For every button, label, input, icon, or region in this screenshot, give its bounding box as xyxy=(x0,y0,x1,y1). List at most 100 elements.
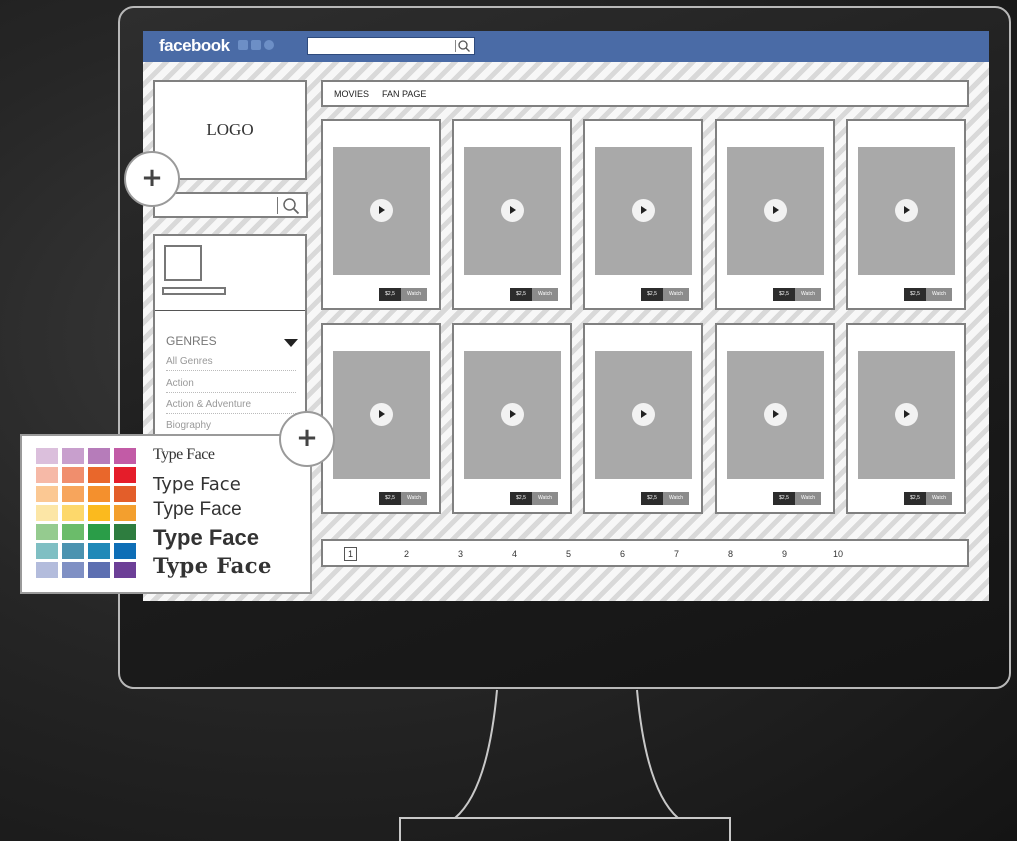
color-swatch[interactable] xyxy=(88,562,110,578)
typeface-option-5[interactable]: Type Face xyxy=(153,553,272,578)
color-swatch[interactable] xyxy=(36,505,58,521)
page-8[interactable]: 8 xyxy=(728,549,733,559)
watch-button[interactable]: Watch xyxy=(795,492,821,505)
color-swatch[interactable] xyxy=(88,524,110,540)
genres-title[interactable]: GENRES xyxy=(166,334,217,348)
movie-card[interactable]: $2,5 Watch xyxy=(321,119,441,310)
color-swatch[interactable] xyxy=(114,448,136,464)
movie-thumbnail[interactable] xyxy=(595,351,692,479)
color-swatch[interactable] xyxy=(36,524,58,540)
movie-thumbnail[interactable] xyxy=(727,351,824,479)
color-swatch[interactable] xyxy=(36,467,58,483)
play-icon[interactable] xyxy=(895,403,918,426)
movie-card[interactable]: $2,5 Watch xyxy=(846,323,966,514)
movie-card[interactable]: $2,5 Watch xyxy=(452,323,572,514)
color-swatch[interactable] xyxy=(62,562,84,578)
movie-thumbnail[interactable] xyxy=(333,147,430,275)
play-icon[interactable] xyxy=(632,403,655,426)
color-swatch[interactable] xyxy=(36,543,58,559)
facebook-search-input[interactable] xyxy=(307,37,475,55)
page-9[interactable]: 9 xyxy=(782,549,787,559)
play-icon[interactable] xyxy=(370,403,393,426)
add-logo-button[interactable]: + xyxy=(124,151,180,207)
page-4[interactable]: 4 xyxy=(512,549,517,559)
play-icon[interactable] xyxy=(501,403,524,426)
tab-fan-page[interactable]: FAN PAGE xyxy=(382,89,426,99)
typeface-option-1[interactable]: Type Face xyxy=(153,446,215,464)
page-10[interactable]: 10 xyxy=(833,549,843,559)
color-swatch[interactable] xyxy=(114,562,136,578)
color-swatch[interactable] xyxy=(88,467,110,483)
movie-thumbnail[interactable] xyxy=(595,147,692,275)
friends-icon[interactable] xyxy=(238,40,248,50)
watch-button[interactable]: Watch xyxy=(926,492,952,505)
play-icon[interactable] xyxy=(632,199,655,222)
color-swatch[interactable] xyxy=(114,505,136,521)
color-swatch[interactable] xyxy=(114,543,136,559)
movie-card[interactable]: $2,5 Watch xyxy=(715,323,835,514)
play-icon[interactable] xyxy=(501,199,524,222)
typeface-option-2[interactable]: Type Face xyxy=(153,474,241,495)
genre-item-all-genres[interactable]: All Genres xyxy=(166,356,296,371)
movie-thumbnail[interactable] xyxy=(727,147,824,275)
play-icon[interactable] xyxy=(370,199,393,222)
color-swatch[interactable] xyxy=(62,524,84,540)
page-2[interactable]: 2 xyxy=(404,549,409,559)
color-swatch[interactable] xyxy=(36,448,58,464)
color-swatch[interactable] xyxy=(88,505,110,521)
color-swatch[interactable] xyxy=(62,505,84,521)
movie-card[interactable]: $2,5 Watch xyxy=(321,323,441,514)
notifications-icon[interactable] xyxy=(264,40,274,50)
page-6[interactable]: 6 xyxy=(620,549,625,559)
color-swatch[interactable] xyxy=(36,486,58,502)
color-swatch[interactable] xyxy=(114,467,136,483)
page-5[interactable]: 5 xyxy=(566,549,571,559)
watch-button[interactable]: Watch xyxy=(795,288,821,301)
genre-item-biography[interactable]: Biography xyxy=(166,420,296,435)
page-7[interactable]: 7 xyxy=(674,549,679,559)
facebook-logo[interactable]: facebook xyxy=(159,36,230,56)
movie-card[interactable]: $2,5 Watch xyxy=(846,119,966,310)
add-style-button[interactable]: + xyxy=(279,411,335,467)
color-swatch[interactable] xyxy=(114,486,136,502)
color-swatch[interactable] xyxy=(62,543,84,559)
movie-card[interactable]: $2,5 Watch xyxy=(583,119,703,310)
typeface-option-3[interactable]: Type Face xyxy=(153,499,242,521)
page-1[interactable]: 1 xyxy=(344,547,358,561)
movie-thumbnail[interactable] xyxy=(333,351,430,479)
search-icon[interactable] xyxy=(282,197,300,215)
genre-item-action[interactable]: Action xyxy=(166,378,296,393)
movie-thumbnail[interactable] xyxy=(858,351,955,479)
movie-card[interactable]: $2,5 Watch xyxy=(452,119,572,310)
watch-button[interactable]: Watch xyxy=(532,492,558,505)
movie-thumbnail[interactable] xyxy=(464,351,561,479)
caret-down-icon[interactable] xyxy=(284,339,298,347)
genre-item-action-adventure[interactable]: Action & Adventure xyxy=(166,399,296,414)
messages-icon[interactable] xyxy=(251,40,261,50)
movie-thumbnail[interactable] xyxy=(464,147,561,275)
color-swatch[interactable] xyxy=(62,448,84,464)
play-icon[interactable] xyxy=(764,403,787,426)
movie-card[interactable]: $2,5 Watch xyxy=(583,323,703,514)
color-swatch[interactable] xyxy=(62,486,84,502)
color-swatch[interactable] xyxy=(88,486,110,502)
watch-button[interactable]: Watch xyxy=(926,288,952,301)
movie-card[interactable]: $2,5 Watch xyxy=(715,119,835,310)
watch-button[interactable]: Watch xyxy=(401,288,427,301)
sidebar-search-input[interactable] xyxy=(153,192,308,218)
play-icon[interactable] xyxy=(895,199,918,222)
color-swatch[interactable] xyxy=(88,448,110,464)
page-3[interactable]: 3 xyxy=(458,549,463,559)
play-icon[interactable] xyxy=(764,199,787,222)
watch-button[interactable]: Watch xyxy=(663,492,689,505)
watch-button[interactable]: Watch xyxy=(401,492,427,505)
color-swatch[interactable] xyxy=(36,562,58,578)
color-swatch[interactable] xyxy=(88,543,110,559)
color-swatch[interactable] xyxy=(114,524,136,540)
movie-thumbnail[interactable] xyxy=(858,147,955,275)
typeface-option-4[interactable]: Type Face xyxy=(153,525,259,551)
watch-button[interactable]: Watch xyxy=(663,288,689,301)
tab-movies[interactable]: MOVIES xyxy=(334,89,369,99)
search-icon[interactable] xyxy=(457,39,471,53)
watch-button[interactable]: Watch xyxy=(532,288,558,301)
